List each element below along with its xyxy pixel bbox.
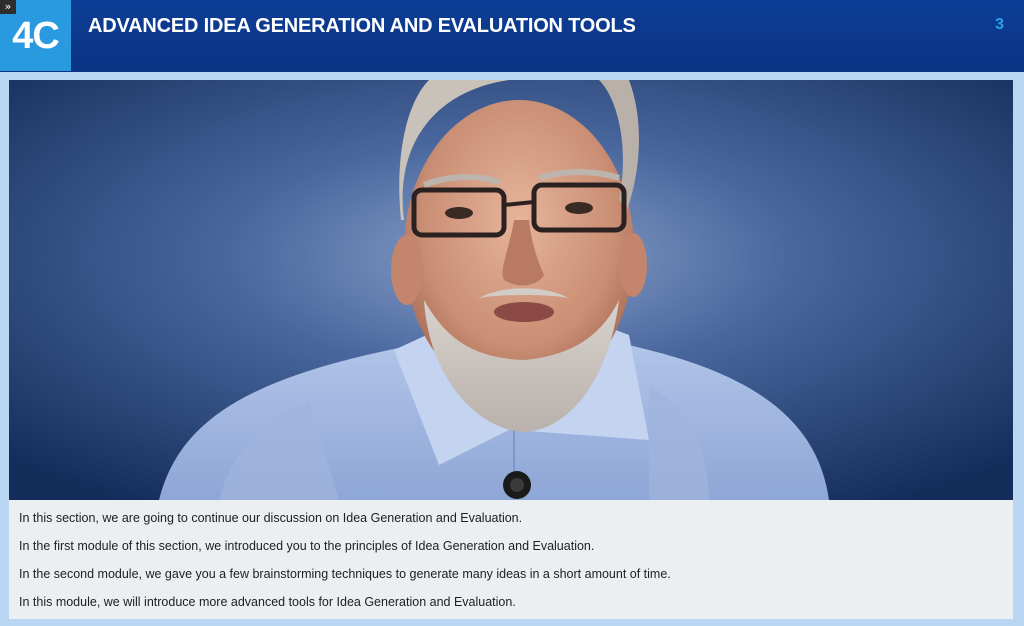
- transcript-line: In this section, we are going to continu…: [19, 511, 523, 525]
- content-panel-inner: In this section, we are going to continu…: [9, 80, 1013, 619]
- transcript-line: In the first module of this section, we …: [19, 539, 595, 553]
- slide-title: ADVANCED IDEA GENERATION AND EVALUATION …: [88, 15, 636, 37]
- double-chevron-right-icon[interactable]: »: [0, 0, 16, 14]
- slide-header: 4C » ADVANCED IDEA GENERATION AND EVALUA…: [0, 0, 1024, 73]
- module-badge-label: 4C: [12, 15, 60, 57]
- presenter-video[interactable]: [9, 80, 1013, 500]
- page-number: 3: [995, 16, 1004, 33]
- slide-frame: 4C » ADVANCED IDEA GENERATION AND EVALUA…: [0, 0, 1024, 626]
- presenter-video-frame: [9, 80, 1013, 500]
- transcript-line: In the second module, we gave you a few …: [19, 567, 671, 581]
- transcript-panel: In this section, we are going to continu…: [9, 500, 1013, 619]
- transcript-line: In this module, we will introduce more a…: [19, 595, 516, 609]
- content-panel: In this section, we are going to continu…: [0, 72, 1024, 626]
